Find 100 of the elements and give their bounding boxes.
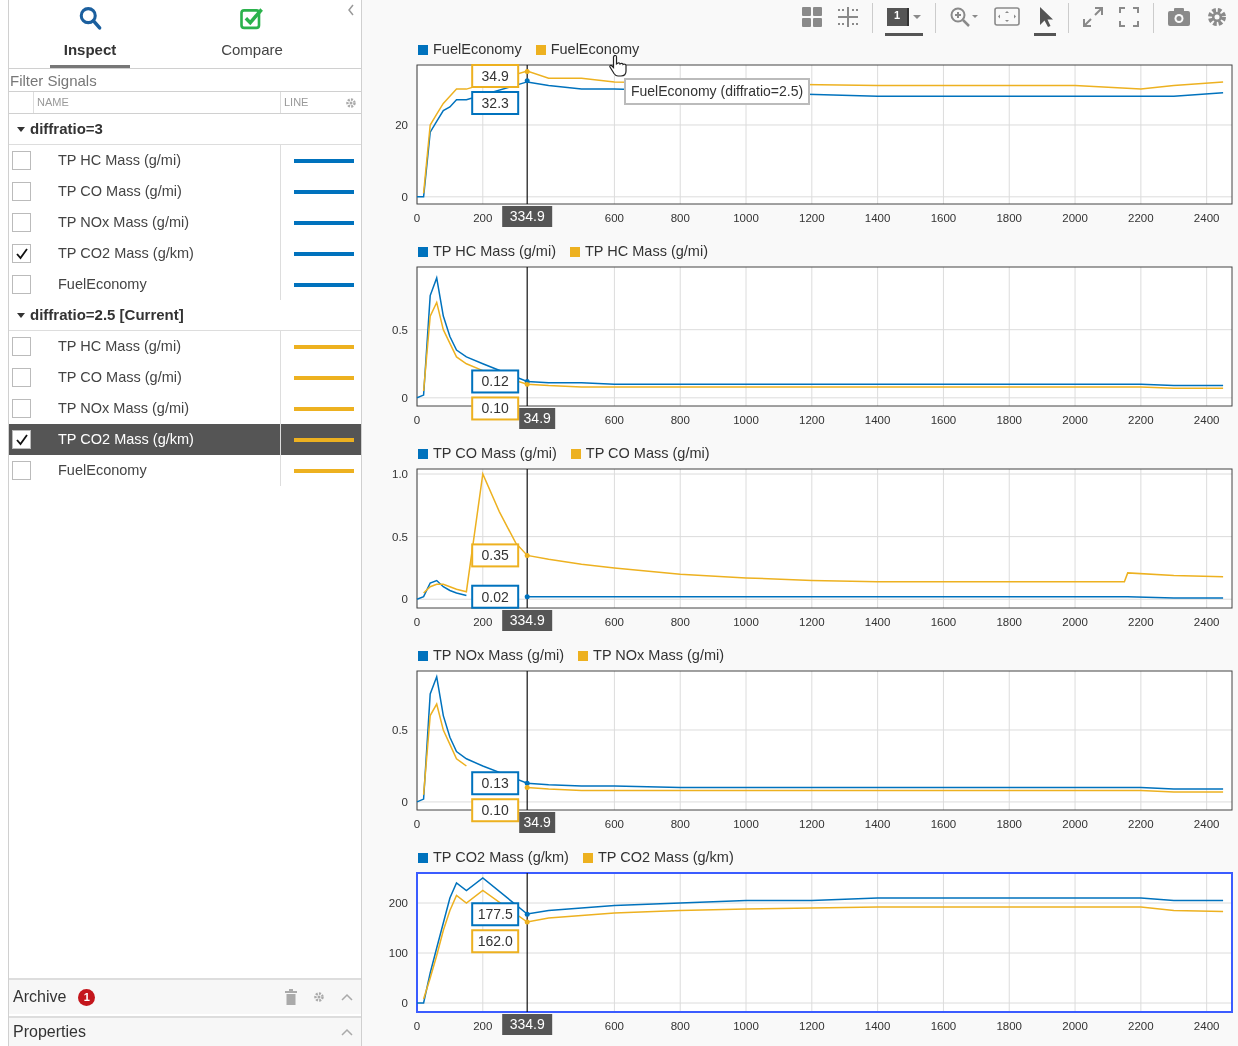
legend-item[interactable]: FuelEconomy [418, 38, 522, 61]
tick-label: 2200 [1128, 212, 1154, 224]
tick-label: 1800 [996, 414, 1023, 426]
checkbox[interactable] [12, 244, 31, 263]
data-tip: 0.13 [471, 771, 520, 796]
checkbox[interactable] [12, 461, 31, 480]
legend-item[interactable]: TP NOx Mass (g/mi) [578, 644, 725, 667]
toolbar-button[interactable]: 1 [885, 0, 923, 36]
tick-label: 800 [670, 818, 690, 830]
signal-name: FuelEconomy [34, 455, 281, 486]
tick-label: 1600 [930, 414, 957, 426]
tick-label: 200 [388, 897, 408, 909]
tick-label: 200 [473, 1020, 493, 1032]
signal-row[interactable]: TP NOx Mass (g/mi) [9, 207, 361, 238]
signal-name: TP HC Mass (g/mi) [34, 145, 281, 176]
data-tip: 0.02 [471, 584, 520, 609]
legend-item[interactable]: TP HC Mass (g/mi) [570, 240, 708, 263]
signal-name: FuelEconomy [34, 269, 281, 300]
tick-label: 600 [604, 212, 624, 224]
tick-label: 1000 [733, 818, 759, 830]
group-header[interactable]: diffratio=2.5 [Current] [9, 300, 361, 331]
tick-label: 1600 [930, 818, 957, 830]
signal-row[interactable]: TP CO2 Mass (g/km) [9, 238, 361, 269]
signal-row[interactable]: TP HC Mass (g/mi) [9, 145, 361, 176]
tick-label: 800 [670, 414, 690, 426]
tick-label: 1200 [799, 414, 825, 426]
section-title[interactable]: Archive [13, 985, 67, 1009]
legend-item[interactable]: TP CO2 Mass (g/km) [582, 846, 734, 869]
tick-label: 600 [604, 414, 624, 426]
section-title[interactable]: Properties [13, 1020, 86, 1044]
legend-label: TP CO2 Mass (g/km) [597, 847, 734, 867]
tick-label: 1400 [864, 818, 891, 830]
legend-item[interactable]: FuelEconomy [535, 38, 640, 61]
layout-icon [802, 6, 822, 27]
cursor-label: 334.9 [502, 206, 553, 227]
tick-label: 0 [401, 190, 408, 203]
checkbox[interactable] [12, 430, 31, 449]
signal-row[interactable]: FuelEconomy [9, 269, 361, 300]
tick-label: 1400 [864, 616, 891, 628]
legend-label: TP CO2 Mass (g/km) [433, 847, 569, 867]
signal-row[interactable]: FuelEconomy [9, 455, 361, 486]
tick-label: 800 [670, 212, 690, 224]
cursor-marker [524, 78, 530, 84]
tick-label: 1400 [864, 414, 891, 426]
caret-icon [913, 14, 921, 19]
signal-row[interactable]: TP HC Mass (g/mi) [9, 331, 361, 362]
signal-row[interactable]: TP CO2 Mass (g/km) [9, 424, 361, 455]
tick-label: 0 [413, 818, 421, 830]
tab[interactable]: Inspect [9, 0, 171, 68]
cursor-marker [524, 594, 530, 600]
group-header[interactable]: diffratio=3 [9, 114, 361, 145]
signal-name: TP CO2 Mass (g/km) [34, 238, 281, 269]
tick-label: 1200 [799, 212, 825, 224]
checkbox[interactable] [12, 151, 31, 170]
data-tip: 0.10 [471, 798, 520, 823]
tooltip: FuelEconomy (diffratio=2.5) [624, 78, 811, 105]
tick-label: 2000 [1062, 616, 1088, 628]
legend-item[interactable]: TP CO2 Mass (g/km) [418, 846, 569, 869]
checkbox[interactable] [12, 213, 31, 232]
check-icon [14, 433, 29, 446]
cursor-marker [524, 911, 530, 917]
settings-icon [313, 991, 325, 1003]
tab[interactable]: Compare [171, 0, 333, 68]
tick-label: 2000 [1062, 818, 1088, 830]
cursor-label: 34.9 [519, 812, 556, 833]
legend-item[interactable]: TP CO Mass (g/mi) [570, 442, 710, 465]
checkbox[interactable] [12, 182, 31, 201]
checkbox[interactable] [12, 275, 31, 294]
data-tip: 34.9 [471, 64, 520, 88]
legend-label: FuelEconomy [550, 39, 640, 59]
legend-item[interactable]: TP HC Mass (g/mi) [418, 240, 556, 263]
checkbox-icon [238, 6, 266, 31]
tick-label: 1000 [733, 616, 759, 628]
filter-field[interactable]: Filter Signals [9, 69, 361, 92]
tick-label: 0 [401, 997, 408, 1009]
tick-label: 1200 [799, 1020, 825, 1032]
chevron-up-icon [341, 1027, 353, 1037]
tick-label: 2200 [1128, 414, 1154, 426]
signal-row[interactable]: TP CO Mass (g/mi) [9, 362, 361, 393]
checkbox[interactable] [12, 368, 31, 387]
cursor-label: 34.9 [519, 408, 556, 429]
legend-item[interactable]: TP CO Mass (g/mi) [418, 442, 557, 465]
tick-label: 0 [413, 616, 421, 628]
legend-label: TP CO Mass (g/mi) [433, 443, 557, 463]
legend-label: TP HC Mass (g/mi) [585, 241, 708, 261]
count-badge: 1 [78, 988, 96, 1006]
camera-icon [1168, 6, 1190, 27]
tick-label: 2000 [1062, 212, 1088, 224]
signal-name: TP HC Mass (g/mi) [34, 331, 281, 362]
checkbox[interactable] [12, 399, 31, 418]
legend-label: TP NOx Mass (g/mi) [433, 645, 565, 665]
signal-row[interactable]: TP CO Mass (g/mi) [9, 176, 361, 207]
checkbox[interactable] [12, 337, 31, 356]
settings-icon [1206, 5, 1228, 28]
tick-label: 0.5 [392, 323, 408, 336]
legend-item[interactable]: TP NOx Mass (g/mi) [418, 644, 565, 667]
tick-label: 1800 [996, 212, 1023, 224]
tick-label: 200 [473, 616, 493, 628]
tick-label: 200 [473, 212, 493, 224]
caret-icon [17, 311, 25, 319]
